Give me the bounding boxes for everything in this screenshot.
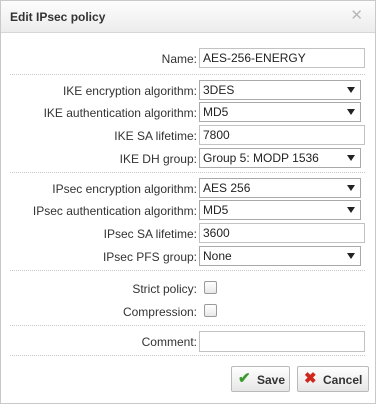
ike-encryption-label: IKE encryption algorithm: <box>62 84 197 98</box>
separator <box>10 355 365 356</box>
save-button-label: Save <box>257 373 286 387</box>
ike-auth-row: IKE authentication algorithm: MD5 <box>1 102 375 124</box>
separator <box>10 172 365 173</box>
ipsec-pfs-group-select[interactable]: None <box>199 246 361 266</box>
comment-label: Comment: <box>141 335 197 349</box>
ipsec-encryption-value: AES 256 <box>203 181 251 195</box>
comment-row: Comment: <box>1 331 375 353</box>
ike-auth-value: MD5 <box>203 105 229 119</box>
dropdown-arrow-icon <box>347 87 355 93</box>
compression-checkbox[interactable] <box>204 304 217 317</box>
dialog-titlebar: Edit IPsec policy ✕ <box>1 1 375 33</box>
dropdown-arrow-icon <box>347 155 355 161</box>
ipsec-sa-lifetime-label: IPsec SA lifetime: <box>103 227 197 241</box>
ipsec-pfs-group-row: IPsec PFS group: None <box>1 246 375 268</box>
ike-encryption-select[interactable]: 3DES <box>199 80 361 100</box>
ipsec-pfs-group-label: IPsec PFS group: <box>102 250 197 264</box>
ipsec-sa-lifetime-row: IPsec SA lifetime: <box>1 223 375 245</box>
ike-sa-lifetime-row: IKE SA lifetime: <box>1 125 375 147</box>
ipsec-encryption-label: IPsec encryption algorithm: <box>52 182 197 196</box>
save-button[interactable]: ✔ Save <box>231 366 290 392</box>
comment-field[interactable] <box>199 331 365 352</box>
close-icon[interactable]: ✕ <box>350 8 363 23</box>
ipsec-encryption-select[interactable]: AES 256 <box>199 178 361 198</box>
ike-auth-select[interactable]: MD5 <box>199 102 361 122</box>
dropdown-arrow-icon <box>347 253 355 259</box>
ike-dh-group-label: IKE DH group: <box>119 152 197 166</box>
ike-auth-label: IKE authentication algorithm: <box>43 106 197 120</box>
ike-encryption-row: IKE encryption algorithm: 3DES <box>1 80 375 102</box>
ike-dh-group-value: Group 5: MODP 1536 <box>203 151 319 165</box>
dialog-title: Edit IPsec policy <box>10 10 106 24</box>
strict-policy-label: Strict policy: <box>132 282 197 296</box>
ike-sa-lifetime-label: IKE SA lifetime: <box>114 129 197 143</box>
ipsec-auth-row: IPsec authentication algorithm: MD5 <box>1 200 375 222</box>
compression-row: Compression: <box>1 301 375 323</box>
strict-policy-row: Strict policy: <box>1 278 375 300</box>
cancel-button-label: Cancel <box>323 373 363 387</box>
ipsec-encryption-row: IPsec encryption algorithm: AES 256 <box>1 178 375 200</box>
name-field[interactable] <box>199 48 365 68</box>
ike-sa-lifetime-field[interactable] <box>199 125 365 145</box>
ike-dh-group-row: IKE DH group: Group 5: MODP 1536 <box>1 148 375 170</box>
dropdown-arrow-icon <box>347 185 355 191</box>
cancel-button[interactable]: ✖ Cancel <box>297 366 369 392</box>
ipsec-auth-label: IPsec authentication algorithm: <box>32 204 197 218</box>
cross-icon: ✖ <box>304 370 317 387</box>
ike-encryption-value: 3DES <box>203 83 235 97</box>
ipsec-auth-value: MD5 <box>203 203 229 217</box>
compression-label: Compression: <box>122 305 197 319</box>
strict-policy-checkbox[interactable] <box>204 281 217 294</box>
separator <box>10 270 365 271</box>
edit-ipsec-policy-dialog: Edit IPsec policy ✕ Name: IKE encryption… <box>0 0 376 404</box>
separator <box>10 74 365 75</box>
ipsec-pfs-group-value: None <box>203 249 232 263</box>
dropdown-arrow-icon <box>347 207 355 213</box>
separator <box>10 325 365 326</box>
ipsec-auth-select[interactable]: MD5 <box>199 200 361 220</box>
dropdown-arrow-icon <box>347 109 355 115</box>
name-row: Name: <box>1 48 375 70</box>
ipsec-sa-lifetime-field[interactable] <box>199 223 365 243</box>
name-label: Name: <box>161 52 197 66</box>
checkmark-icon: ✔ <box>238 370 251 387</box>
ike-dh-group-select[interactable]: Group 5: MODP 1536 <box>199 148 361 168</box>
